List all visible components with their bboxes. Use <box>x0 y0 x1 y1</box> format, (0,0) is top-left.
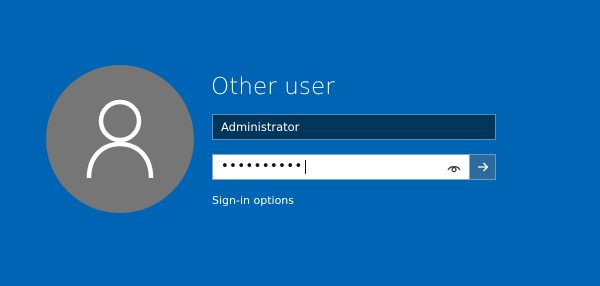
password-row: •••••••••• <box>212 154 497 180</box>
password-field[interactable]: •••••••••• <box>212 154 470 180</box>
avatar <box>46 65 194 213</box>
text-caret <box>304 160 306 174</box>
arrow-right-icon <box>477 162 488 172</box>
username-value: Administrator <box>221 120 300 134</box>
submit-button[interactable] <box>470 154 496 180</box>
eye-icon <box>447 166 461 173</box>
sign-in-options-link[interactable]: Sign-in options <box>212 194 294 208</box>
user-icon <box>86 99 154 179</box>
user-name-heading: Other user <box>211 74 335 100</box>
reveal-password-button[interactable] <box>445 159 463 177</box>
username-field[interactable]: Administrator <box>212 114 496 140</box>
password-value: •••••••••• <box>221 159 303 174</box>
lock-screen: Other user Administrator •••••••••• Sign… <box>0 0 600 286</box>
